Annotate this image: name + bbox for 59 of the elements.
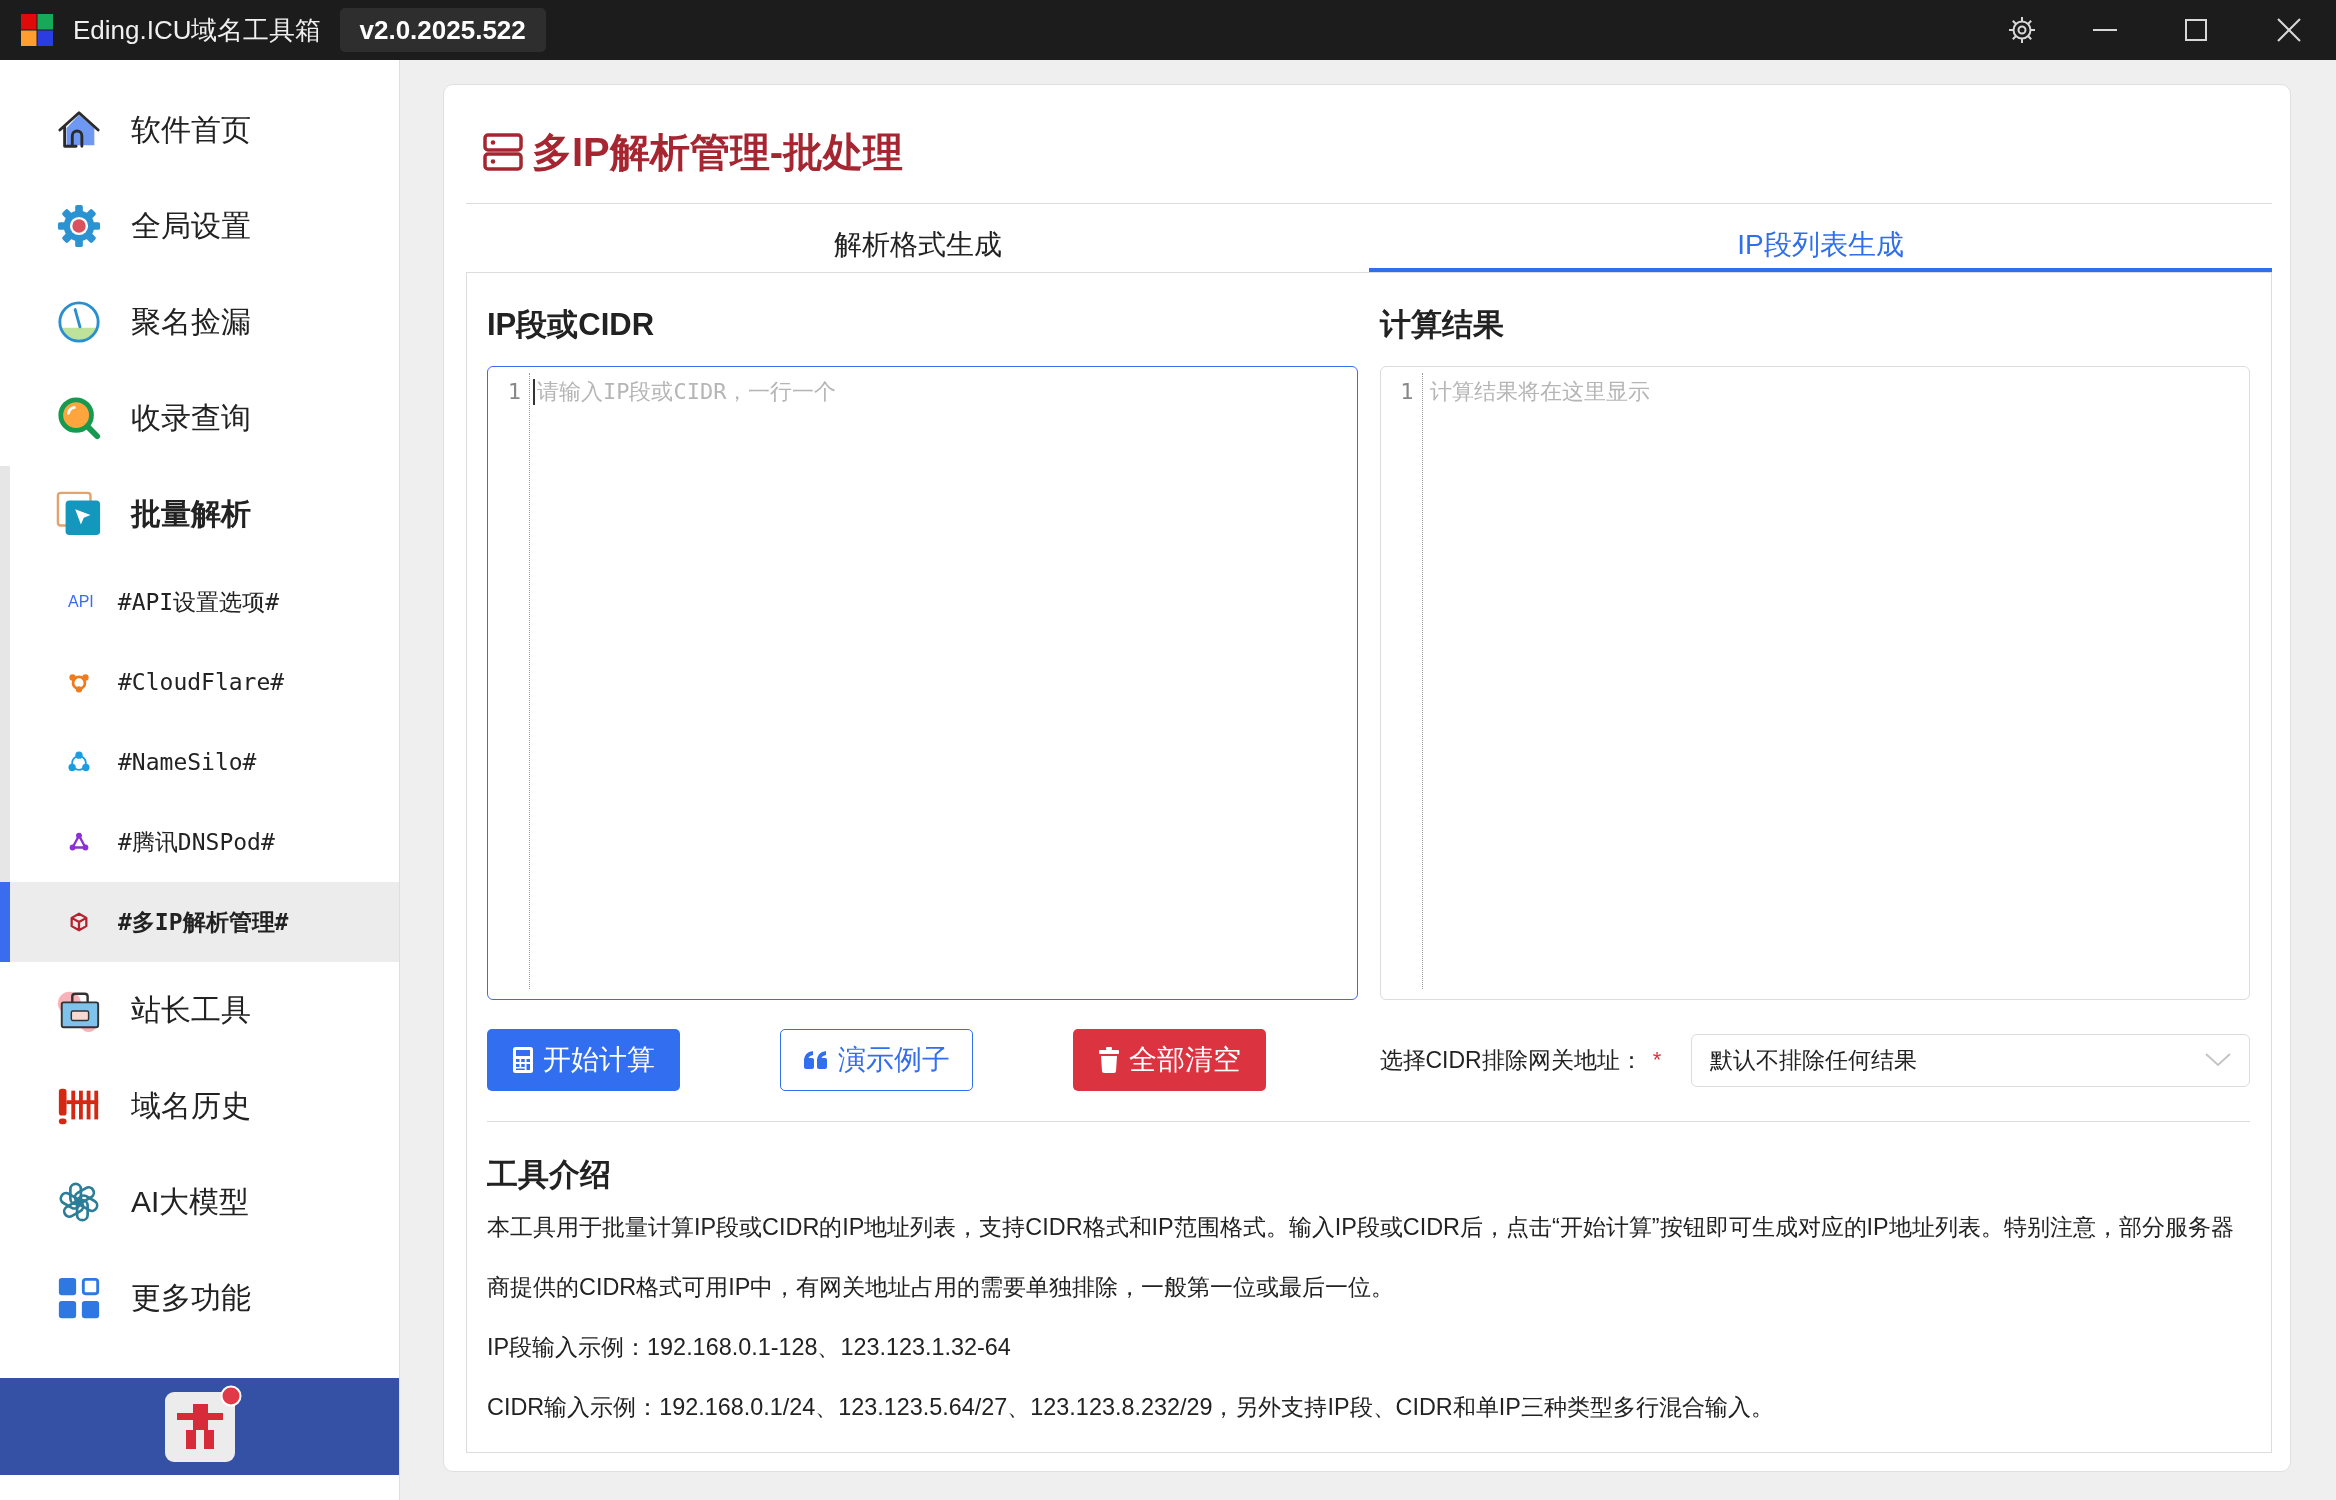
settings-icon[interactable]: [2008, 16, 2036, 44]
gear-icon: [56, 203, 102, 249]
ip-input-editor[interactable]: 1 请输入IP段或CIDR，一行一个: [487, 366, 1358, 1000]
triangle-nodes-icon: [68, 831, 90, 853]
sidebar-item[interactable]: 站长工具: [0, 962, 399, 1058]
sidebar-item[interactable]: 更多功能: [0, 1250, 399, 1346]
intro-paragraph: 本工具用于批量计算IP段或CIDR的IP地址列表，支持CIDR格式和IP范围格式。输入IP段或CIDR后，点击“开始计算”按钮即可生成对应的IP地址列表。特别注意，部分服务器商提供的CIDR格式可用IP中，有网关地址占用的需要单独排除，一般第一位或最后一位。: [487, 1213, 2235, 1302]
action-button[interactable]: 演示例子: [780, 1029, 973, 1091]
page-title: 多IP解析管理-批处理: [532, 128, 904, 176]
close-icon[interactable]: [2276, 17, 2302, 43]
section-heading: IP段或CIDR: [487, 306, 655, 344]
section-heading: 计算结果: [1379, 306, 1504, 344]
server-icon: [483, 132, 523, 172]
version-label: v2.0.2025.522: [339, 8, 546, 52]
action-button[interactable]: 开始计算: [487, 1029, 680, 1091]
line-number: 1: [1400, 379, 1414, 404]
submenu-item[interactable]: #腾讯DNSPod#: [0, 802, 399, 882]
gateway-select[interactable]: 默认不排除任何结果: [1691, 1033, 2250, 1087]
cycle-nodes-icon: [68, 751, 90, 773]
action-button[interactable]: 全部清空: [1073, 1029, 1266, 1091]
gauge-icon: [56, 299, 102, 345]
maximize-icon[interactable]: [2183, 17, 2209, 43]
result-output-field[interactable]: 计算结果将在这里显示: [1422, 377, 2249, 989]
sidebar-item[interactable]: AI大模型: [0, 1154, 399, 1250]
submenu-item[interactable]: #CloudFlare#: [0, 642, 399, 722]
line-number: 1: [507, 379, 521, 404]
pixel-figure-icon: [176, 1404, 223, 1449]
sidebar-item[interactable]: 软件首页: [0, 82, 399, 178]
intro-paragraph: CIDR输入示例：192.168.0.1/24、123.123.5.64/27、123.123.8.232/29，另外支持IP段、CIDR和单IP三种类型多行混合输入。: [487, 1393, 1775, 1422]
window-title: Eding.ICU域名工具箱: [73, 13, 322, 47]
magnifier-icon: [56, 395, 102, 441]
required-mark: *: [1652, 1047, 1662, 1073]
ring-nodes-icon: [68, 671, 90, 693]
submenu-item[interactable]: API #API设置选项#: [0, 562, 399, 642]
grid-icon: [56, 1275, 102, 1321]
sidebar-item[interactable]: 全局设置: [0, 178, 399, 274]
cursor-tile-icon: [56, 491, 102, 537]
sidebar-item[interactable]: 批量解析: [0, 466, 399, 562]
app-logo-icon: [21, 14, 53, 46]
sidebar-item[interactable]: 域名历史: [0, 1058, 399, 1154]
submenu-item[interactable]: #NameSilo#: [0, 722, 399, 802]
sidebar-item[interactable]: 聚名捡漏: [0, 274, 399, 370]
quote-icon: [803, 1050, 828, 1070]
result-output-editor[interactable]: 1 计算结果将在这里显示: [1379, 366, 2250, 1000]
tab[interactable]: 解析格式生成: [466, 204, 1369, 272]
tab[interactable]: IP段列表生成: [1369, 204, 2272, 272]
api-label: API: [68, 593, 94, 611]
section-heading: 工具介绍: [487, 1156, 611, 1194]
text-caret: [533, 379, 535, 405]
calculator-icon: [512, 1047, 533, 1073]
submenu-item[interactable]: #多IP解析管理#: [0, 882, 399, 962]
sidebar-item[interactable]: 收录查询: [0, 370, 399, 466]
chevron-down-icon: [2205, 1053, 2231, 1067]
trash-icon: [1098, 1047, 1119, 1073]
member-button[interactable]: [164, 1391, 235, 1462]
ip-input-field[interactable]: 请输入IP段或CIDR，一行一个: [530, 377, 1357, 989]
intro-paragraph: IP段输入示例：192.168.0.1-128、123.123.1.32-64: [487, 1333, 1012, 1362]
field-label: 选择CIDR排除网关地址：: [1379, 1045, 1643, 1075]
cube-icon: [68, 911, 90, 933]
